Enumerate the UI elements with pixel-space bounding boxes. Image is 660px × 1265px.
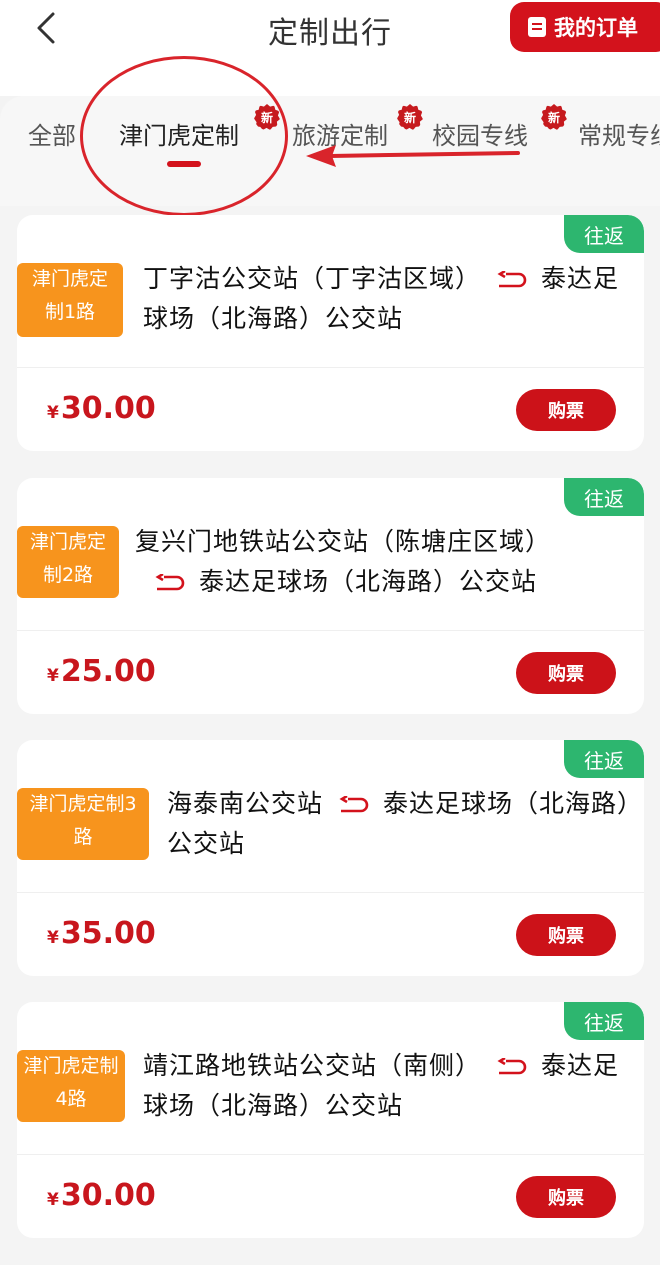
- buy-ticket-button[interactable]: 购票: [516, 652, 616, 694]
- round-trip-icon: [497, 1058, 527, 1075]
- price: ¥ 30.00: [47, 1178, 156, 1213]
- round-trip-tag: 往返: [564, 1002, 644, 1040]
- route-card[interactable]: 往返 津门虎定制1路 丁字沽公交站（丁字沽区域） 泰达足球场（北海路）公交站 ¥ …: [17, 215, 644, 451]
- round-trip-tag: 往返: [564, 215, 644, 253]
- tab-all[interactable]: 全部: [28, 116, 76, 151]
- round-trip-icon: [339, 796, 369, 813]
- round-trip-tag: 往返: [564, 740, 644, 778]
- price-amount: 25.00: [60, 654, 156, 689]
- route-destination: 泰达足球场（北海路）公交站: [199, 567, 538, 596]
- route-origin: 复兴门地铁站公交站（陈塘庄区域）: [135, 527, 552, 556]
- currency-symbol: ¥: [47, 666, 59, 686]
- buy-ticket-button[interactable]: 购票: [516, 914, 616, 956]
- route-badge: 津门虎定制4路: [17, 1050, 125, 1122]
- route-badge: 津门虎定制2路: [17, 526, 119, 598]
- new-badge: 新: [397, 104, 423, 130]
- card-divider: [17, 367, 644, 368]
- currency-symbol: ¥: [47, 1190, 59, 1210]
- currency-symbol: ¥: [47, 403, 59, 423]
- card-divider: [17, 892, 644, 893]
- buy-ticket-button[interactable]: 购票: [516, 1176, 616, 1218]
- price: ¥ 25.00: [47, 654, 156, 689]
- route-stops: 丁字沽公交站（丁字沽区域） 泰达足球场（北海路）公交站: [143, 259, 639, 339]
- route-badge: 津门虎定制1路: [17, 263, 123, 337]
- currency-symbol: ¥: [47, 928, 59, 948]
- price: ¥ 35.00: [47, 916, 156, 951]
- price-amount: 30.00: [60, 1178, 156, 1213]
- route-card[interactable]: 往返 津门虎定制4路 靖江路地铁站公交站（南侧） 泰达足球场（北海路）公交站 ¥ …: [17, 1002, 644, 1238]
- buy-ticket-button[interactable]: 购票: [516, 389, 616, 431]
- price-amount: 35.00: [60, 916, 156, 951]
- round-trip-icon: [497, 271, 527, 288]
- document-icon: [528, 17, 546, 37]
- annotation-arrow-icon: [306, 145, 520, 167]
- card-divider: [17, 1154, 644, 1155]
- route-stops: 海泰南公交站 泰达足球场（北海路）公交站: [167, 784, 639, 864]
- price: ¥ 30.00: [47, 391, 156, 426]
- annotation-ellipse: [80, 56, 288, 216]
- round-trip-icon: [155, 574, 185, 591]
- my-orders-label: 我的订单: [554, 16, 638, 40]
- route-stops: 复兴门地铁站公交站（陈塘庄区域） 泰达足球场（北海路）公交站: [135, 522, 635, 602]
- card-divider: [17, 630, 644, 631]
- route-card[interactable]: 往返 津门虎定制3路 海泰南公交站 泰达足球场（北海路）公交站 ¥ 35.00 购…: [17, 740, 644, 976]
- tab-regular-line[interactable]: 常规专线: [578, 116, 660, 151]
- round-trip-tag: 往返: [564, 478, 644, 516]
- route-badge: 津门虎定制3路: [17, 788, 149, 860]
- price-amount: 30.00: [60, 391, 156, 426]
- top-nav-bar: 定制出行 我的订单: [0, 0, 660, 96]
- my-orders-button[interactable]: 我的订单: [510, 2, 660, 52]
- route-stops: 靖江路地铁站公交站（南侧） 泰达足球场（北海路）公交站: [143, 1046, 639, 1126]
- new-badge: 新: [541, 104, 567, 130]
- route-card[interactable]: 往返 津门虎定制2路 复兴门地铁站公交站（陈塘庄区域） 泰达足球场（北海路）公交站…: [17, 478, 644, 714]
- route-origin: 靖江路地铁站公交站（南侧）: [143, 1051, 482, 1080]
- route-origin: 丁字沽公交站（丁字沽区域）: [143, 264, 482, 293]
- route-origin: 海泰南公交站: [167, 789, 324, 818]
